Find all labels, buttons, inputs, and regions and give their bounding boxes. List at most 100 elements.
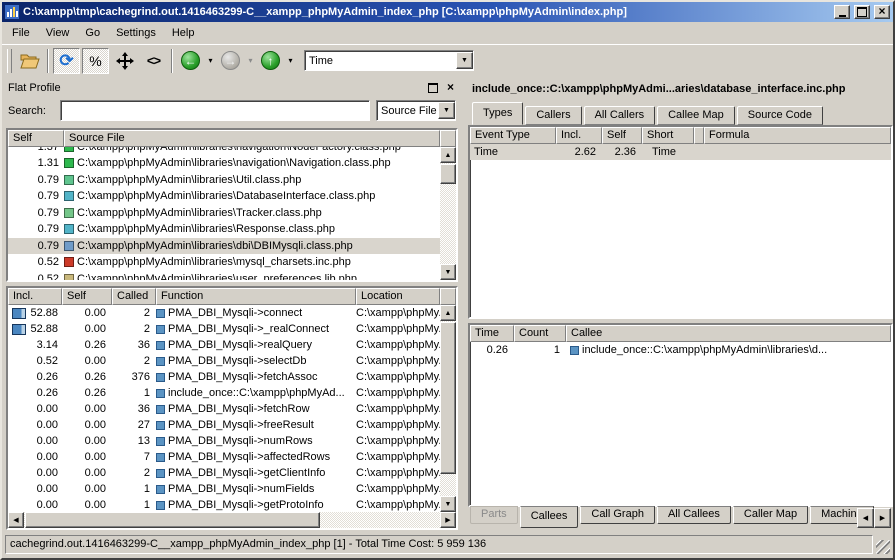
tab-scroll-left-icon[interactable]: [857, 508, 874, 528]
back-button[interactable]: [177, 48, 204, 74]
menu-go[interactable]: Go: [77, 24, 108, 42]
function-hscroll-thumb[interactable]: [25, 512, 320, 528]
search-input[interactable]: [60, 100, 370, 121]
file-row[interactable]: 0.52C:\xampp\phpMyAdmin\libraries\mysql_…: [8, 254, 440, 271]
function-row[interactable]: 0.000.007PMA_DBI_Mysqli->affectedRowsC:\…: [8, 449, 440, 465]
function-col-self[interactable]: Self: [62, 288, 112, 305]
title-bar[interactable]: C:\xampp\tmp\cachegrind.out.1416463299-C…: [2, 2, 893, 22]
back-dropdown[interactable]: [205, 50, 216, 72]
function-hscrollbar[interactable]: [8, 512, 456, 528]
function-col-location[interactable]: Location: [356, 288, 440, 305]
file-row[interactable]: 1.31C:\xampp\phpMyAdmin\libraries\naviga…: [8, 155, 440, 172]
swap-icon-button[interactable]: [140, 48, 167, 74]
types-col-short[interactable]: Short: [642, 127, 694, 144]
menu-file[interactable]: File: [4, 24, 38, 42]
tab-all-callees[interactable]: All Callees: [657, 506, 731, 524]
group-combobox[interactable]: Source File: [376, 100, 456, 121]
event-type-row[interactable]: Time2.622.36Time: [470, 144, 891, 160]
event-type-combobox[interactable]: Time: [304, 50, 474, 71]
callees-col-time[interactable]: Time: [470, 325, 514, 342]
file-color-icon: [64, 158, 74, 168]
toolbar-grip[interactable]: [7, 49, 12, 73]
types-col-self[interactable]: Self: [602, 127, 642, 144]
file-col-self[interactable]: Self: [8, 130, 64, 147]
incl-num: 0.00: [37, 435, 58, 447]
tab-source-code[interactable]: Source Code: [737, 106, 823, 125]
function-scroll-down-icon[interactable]: [440, 496, 456, 512]
function-row[interactable]: 0.000.002PMA_DBI_Mysqli->getClientInfoC:…: [8, 465, 440, 481]
callees-col-callee[interactable]: Callee: [566, 325, 891, 342]
file-row[interactable]: 0.79C:\xampp\phpMyAdmin\libraries\Databa…: [8, 188, 440, 205]
tab-types[interactable]: Types: [472, 102, 523, 125]
file-row[interactable]: 0.79C:\xampp\phpMyAdmin\libraries\Util.c…: [8, 172, 440, 189]
file-row[interactable]: 0.79C:\xampp\phpMyAdmin\libraries\Respon…: [8, 221, 440, 238]
tab-callers[interactable]: Callers: [525, 106, 581, 125]
function-row[interactable]: 0.000.0013PMA_DBI_Mysqli->numRowsC:\xamp…: [8, 433, 440, 449]
function-scroll-left-icon[interactable]: [8, 512, 24, 528]
file-list-vscrollbar[interactable]: [440, 147, 456, 280]
types-col-formula[interactable]: Formula: [704, 127, 891, 144]
function-called-value: 2: [112, 307, 156, 319]
menu-view[interactable]: View: [38, 24, 78, 42]
function-name: PMA_DBI_Mysqli->numFields: [156, 483, 356, 495]
tab-scroll-right-icon[interactable]: [874, 508, 891, 528]
menu-help[interactable]: Help: [164, 24, 203, 42]
file-col-source-file[interactable]: Source File: [64, 130, 440, 147]
maximize-button[interactable]: [854, 5, 870, 19]
minimize-button[interactable]: [834, 5, 850, 19]
callee-row[interactable]: 0.261include_once::C:\xampp\phpMyAdmin\l…: [470, 342, 891, 358]
function-row[interactable]: 0.000.001PMA_DBI_Mysqli->numFieldsC:\xam…: [8, 481, 440, 497]
tab-caller-map[interactable]: Caller Map: [733, 506, 808, 524]
move-button[interactable]: [111, 48, 138, 74]
open-file-button[interactable]: [16, 48, 43, 74]
dock-close-icon[interactable]: [443, 82, 458, 95]
tab-callee-map[interactable]: Callee Map: [657, 106, 735, 125]
function-row[interactable]: 0.000.001PMA_DBI_Mysqli->getProtoInfoC:\…: [8, 497, 440, 512]
file-scroll-down-icon[interactable]: [440, 264, 456, 280]
event-type-dropdown-icon[interactable]: [456, 52, 473, 69]
function-col-function[interactable]: Function: [156, 288, 356, 305]
function-col-incl[interactable]: Incl.: [8, 288, 62, 305]
function-location: C:\xampp\phpMy...: [356, 483, 440, 495]
up-button[interactable]: [257, 48, 284, 74]
group-dropdown-icon[interactable]: [438, 102, 455, 119]
tab-call-graph[interactable]: Call Graph: [580, 506, 655, 524]
file-row[interactable]: 0.79C:\xampp\phpMyAdmin\libraries\dbi\DB…: [8, 238, 440, 255]
file-row[interactable]: 1.37C:\xampp\phpMyAdmin\libraries\naviga…: [8, 147, 440, 155]
function-row[interactable]: 0.000.0036PMA_DBI_Mysqli->fetchRowC:\xam…: [8, 401, 440, 417]
function-row[interactable]: 52.880.002PMA_DBI_Mysqli->_realConnectC:…: [8, 321, 440, 337]
file-row[interactable]: 0.52C:\xampp\phpMyAdmin\libraries\user_p…: [8, 271, 440, 281]
resize-grip[interactable]: [876, 540, 890, 554]
file-row[interactable]: 0.79C:\xampp\phpMyAdmin\libraries\Tracke…: [8, 205, 440, 222]
function-col-called[interactable]: Called: [112, 288, 156, 305]
up-dropdown[interactable]: [285, 50, 296, 72]
function-scroll-right-icon[interactable]: [440, 512, 456, 528]
close-button[interactable]: [874, 5, 890, 19]
dock-titlebar[interactable]: Flat Profile: [8, 80, 458, 96]
forward-dropdown[interactable]: [245, 50, 256, 72]
percent-relative-button[interactable]: [82, 48, 109, 74]
reload-button[interactable]: [53, 48, 80, 74]
function-vscroll-thumb[interactable]: [440, 322, 456, 474]
function-row[interactable]: 0.260.261include_once::C:\xampp\phpMyAd.…: [8, 385, 440, 401]
menu-settings[interactable]: Settings: [108, 24, 164, 42]
tab-callees[interactable]: Callees: [520, 506, 579, 528]
dock-float-icon[interactable]: [425, 82, 440, 95]
function-vscrollbar[interactable]: [440, 305, 456, 512]
types-col-spacer[interactable]: [694, 127, 704, 144]
forward-button[interactable]: [217, 48, 244, 74]
up-icon: [261, 51, 280, 70]
tab-all-callers[interactable]: All Callers: [584, 106, 656, 125]
callees-col-count[interactable]: Count: [514, 325, 566, 342]
types-col-event-type[interactable]: Event Type: [470, 127, 556, 144]
function-scroll-up-icon[interactable]: [440, 305, 456, 321]
function-row[interactable]: 52.880.002PMA_DBI_Mysqli->connectC:\xamp…: [8, 305, 440, 321]
function-icon: [156, 325, 165, 334]
file-scroll-up-icon[interactable]: [440, 147, 456, 163]
function-row[interactable]: 3.140.2636PMA_DBI_Mysqli->realQueryC:\xa…: [8, 337, 440, 353]
function-row[interactable]: 0.260.26376PMA_DBI_Mysqli->fetchAssocC:\…: [8, 369, 440, 385]
function-row[interactable]: 0.520.002PMA_DBI_Mysqli->selectDbC:\xamp…: [8, 353, 440, 369]
file-scroll-thumb[interactable]: [440, 164, 456, 184]
function-row[interactable]: 0.000.0027PMA_DBI_Mysqli->freeResultC:\x…: [8, 417, 440, 433]
types-col-incl-[interactable]: Incl.: [556, 127, 602, 144]
